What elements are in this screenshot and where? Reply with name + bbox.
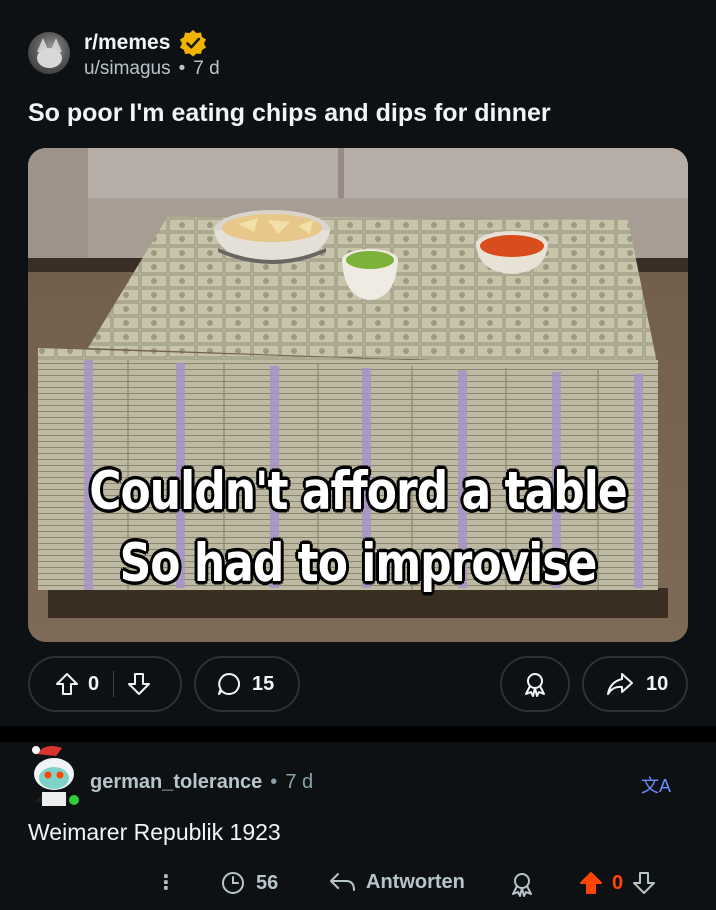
comment-upvote-icon[interactable]: [578, 870, 604, 896]
vote-separator: [113, 671, 115, 697]
vote-count: 0: [88, 672, 100, 695]
comment-author[interactable]: german_tolerance: [90, 771, 262, 794]
subreddit-avatar[interactable]: [28, 32, 70, 74]
post-image[interactable]: Couldn't afford a table So had to improv…: [28, 148, 688, 642]
translate-icon[interactable]: 文A: [641, 772, 671, 798]
comment-age: 7 d: [285, 771, 314, 793]
comment-author-avatar[interactable]: [28, 742, 82, 808]
reply-button[interactable]: Antworten: [328, 870, 465, 894]
share-button[interactable]: 10: [582, 656, 688, 712]
comment-stat-count: 56: [256, 871, 279, 894]
award-icon: [521, 670, 549, 698]
comment-meta-separator: •: [270, 771, 278, 793]
upvote-arrow-icon[interactable]: [54, 671, 80, 697]
award-button[interactable]: [500, 656, 570, 712]
share-count: 10: [646, 672, 669, 695]
comment-vote-control: 0: [578, 870, 657, 896]
meme-caption-line-2: So had to improvise: [119, 532, 598, 595]
clock-icon: [220, 870, 246, 896]
comment-bubble-icon: [216, 671, 242, 697]
meta-separator: •: [178, 58, 186, 79]
comment-count: 15: [252, 672, 275, 695]
verified-badge-icon: [178, 28, 208, 58]
post-card: r/memes u/simagus • 7 d So poor I'm eati…: [0, 0, 716, 726]
comment-stat[interactable]: 56: [220, 870, 278, 896]
comment-action-bar: ⋮ 56 Antworten 0: [0, 866, 716, 904]
comment-meta: german_tolerance • 7 d: [90, 771, 313, 794]
comment-award-icon: [508, 870, 536, 898]
post-age: 7 d: [193, 58, 220, 79]
comment-downvote-icon[interactable]: [631, 870, 657, 896]
post-header: r/memes u/simagus • 7 d: [28, 24, 688, 82]
more-options-icon[interactable]: ⋮: [156, 870, 176, 895]
comment-item: german_tolerance • 7 d 文A Weimarer Repub…: [0, 742, 716, 910]
post-meta: u/simagus • 7 d: [84, 58, 220, 80]
post-title[interactable]: So poor I'm eating chips and dips for di…: [28, 99, 551, 128]
post-action-bar: 0 15 10: [28, 656, 688, 712]
comment-vote-count: 0: [612, 871, 624, 894]
section-divider: [0, 726, 716, 742]
comments-button[interactable]: 15: [194, 656, 300, 712]
reply-arrow-icon: [328, 870, 356, 894]
vote-control: 0: [28, 656, 182, 712]
reply-label: Antworten: [366, 870, 465, 893]
comment-award-button[interactable]: [508, 870, 536, 898]
subreddit-name-row: r/memes: [84, 28, 208, 58]
comment-body: Weimarer Republik 1923: [28, 819, 281, 845]
username[interactable]: u/simagus: [84, 58, 171, 80]
subreddit-name[interactable]: r/memes: [84, 31, 170, 55]
downvote-arrow-icon[interactable]: [126, 671, 152, 697]
meme-caption-line-1: Couldn't afford a table: [89, 460, 627, 523]
share-arrow-icon: [606, 671, 634, 697]
